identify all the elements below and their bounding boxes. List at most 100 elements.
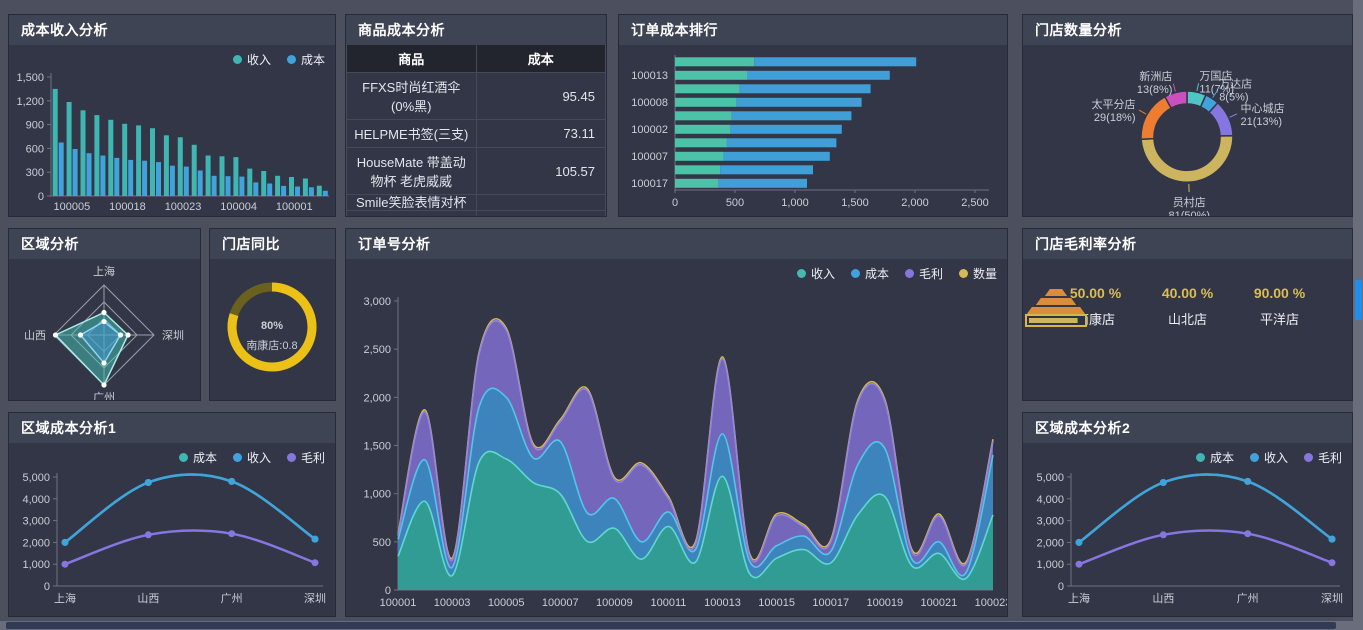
svg-text:山西: 山西 [137,592,159,605]
chart-canvas: 03006009001,2001,50010000510001810002310… [9,45,335,216]
chart-legend: 成本 收入毛利 [1196,449,1342,466]
panel-title-cost-income: 成本收入分析 [9,15,335,45]
svg-text:1,000: 1,000 [22,559,50,571]
legend-item-收入[interactable]: 收入 [233,449,271,466]
region-cost-2-line-chart: 01,0002,0003,0004,0005,000上海山西广州深圳成本收入毛利 [1023,443,1352,616]
legend-item-收入[interactable]: 收入 [797,265,835,282]
panel-title-order-no: 订单号分析 [346,229,1007,259]
store-margin-item-山北店: 40.00 % 山北店 [1149,285,1227,328]
region-cost-1-line-chart: 01,0002,0003,0004,0005,000上海山西广州深圳成本收入毛利 [9,443,335,616]
legend-dot [851,269,860,278]
scrollbar-corner [1353,621,1363,630]
table-header[interactable]: 成本 [476,45,606,73]
svg-text:4,000: 4,000 [1036,494,1064,506]
table-row: FFXS时尚红酒伞(0%黑)95.45 [347,73,606,120]
panel-title-store-yoy: 门店同比 [210,229,335,259]
svg-text:100023: 100023 [975,597,1007,609]
legend-item-收入[interactable]: 收入 [1250,449,1288,466]
svg-text:2,000: 2,000 [1036,537,1064,549]
legend-item-成本[interactable]: 成本 [287,51,325,68]
product-cost-table: 商品成本FFXS时尚红酒伞(0%黑)95.45HELPME书签(三支)73.11… [346,45,606,216]
legend-label: 成本 [301,51,325,68]
svg-text:100008: 100008 [631,97,668,109]
svg-text:500: 500 [373,537,391,549]
panel-title-store-count: 门店数量分析 [1023,15,1352,45]
region-radar-chart: 上海深圳广州山西 [9,259,200,400]
legend-dot [287,55,296,64]
svg-text:中心城店21(13%): 中心城店21(13%) [1241,101,1285,128]
store-margin-item-平洋店: 90.00 %平洋店 [1241,285,1319,328]
svg-text:300: 300 [26,167,44,179]
chart-canvas: 05001,0001,5002,0002,5003,00010000110000… [346,259,1007,616]
svg-text:0: 0 [1058,581,1064,593]
svg-text:上海: 上海 [54,591,76,605]
svg-text:600: 600 [26,143,44,155]
donut-slice-太平分店 [1141,97,1171,140]
order-cost-hbar-chart: 05001,0001,5002,0002,5001000131000081000… [619,45,1007,216]
svg-text:2,000: 2,000 [901,197,929,209]
legend-label: 毛利 [919,265,943,282]
product-cost-table: 商品成本FFXS时尚红酒伞(0%黑)95.45HELPME书签(三支)73.11… [346,45,606,216]
svg-text:广州: 广州 [1237,592,1259,605]
panel-cost-income: 成本收入分析 03006009001,2001,5001000051000181… [8,14,336,217]
legend-dot [1304,453,1313,462]
table-row: HELPME书签(三支)73.11 [347,120,606,148]
svg-text:山西: 山西 [24,329,46,342]
svg-text:2,500: 2,500 [363,344,391,356]
store-yoy-gauge: 80%南康店:0.8 [210,259,335,400]
legend-dot [179,453,188,462]
svg-text:100001: 100001 [276,201,313,213]
legend-label: 成本 [193,449,217,466]
svg-text:100001: 100001 [380,597,417,609]
svg-text:100017: 100017 [812,597,849,609]
legend-label: 收入 [247,51,271,68]
horizontal-scrollbar-track[interactable] [0,621,1353,630]
legend-item-收入[interactable]: 收入 [233,51,271,68]
donut-slice-员村店 [1141,136,1233,183]
legend-item-成本[interactable]: 成本 [179,449,217,466]
chart-canvas: 万国店11(7%)万达店8(5%)中心城店21(13%)员村店81(50%)太平… [1023,45,1352,216]
margin-value: 90.00 % [1241,285,1319,301]
margin-value: 40.00 % [1149,285,1227,301]
panel-order-no: 订单号分析 05001,0001,5002,0002,5003,00010000… [345,228,1008,617]
legend-label: 收入 [1264,449,1288,466]
svg-text:山西: 山西 [1152,592,1174,605]
chart-canvas: 80%南康店:0.8 [210,259,335,400]
panel-store-margin: 门店毛利率分析 50.00 %南康店40.00 %山北店90.00 %平洋店 [1022,228,1353,401]
svg-text:100002: 100002 [631,124,668,136]
legend-item-毛利[interactable]: 毛利 [905,265,943,282]
cost-cell: 95.45 [476,73,606,120]
svg-text:1,000: 1,000 [1036,559,1064,571]
svg-text:1,000: 1,000 [781,197,809,209]
bi-dashboard: 成本收入分析 03006009001,2001,5001000051000181… [0,0,1363,630]
svg-text:100018: 100018 [109,201,146,213]
legend-item-成本[interactable]: 成本 [1196,449,1234,466]
legend-label: 毛利 [301,449,325,466]
svg-text:南康店:0.8: 南康店:0.8 [246,338,297,352]
svg-text:5,000: 5,000 [1036,472,1064,484]
svg-text:100023: 100023 [165,201,202,213]
legend-item-毛利[interactable]: 毛利 [287,449,325,466]
panel-title-region-cost-2: 区域成本分析2 [1023,413,1352,443]
legend-item-成本[interactable]: 成本 [851,265,889,282]
store-name: 山北店 [1149,309,1227,328]
svg-text:1,500: 1,500 [363,441,391,453]
svg-text:0: 0 [672,197,678,209]
svg-text:3,000: 3,000 [363,296,391,308]
svg-text:100003: 100003 [434,597,471,609]
legend-dot [959,269,968,278]
svg-text:100004: 100004 [220,201,257,213]
chart-canvas: 上海深圳广州山西 [9,259,200,400]
panel-title-order-rank: 订单成本排行 [619,15,1007,45]
svg-text:100017: 100017 [631,178,668,190]
vertical-scrollbar-track[interactable] [1353,0,1363,621]
cost-cell: 105.57 [476,148,606,195]
legend-dot [905,269,914,278]
table-header[interactable]: 商品 [347,45,477,73]
horizontal-scrollbar-thumb[interactable] [6,622,1336,629]
svg-text:100011: 100011 [651,597,687,609]
vertical-scrollbar-thumb[interactable] [1355,280,1362,320]
legend-dot [1250,453,1259,462]
legend-item-数量[interactable]: 数量 [959,265,997,282]
legend-item-毛利[interactable]: 毛利 [1304,449,1342,466]
